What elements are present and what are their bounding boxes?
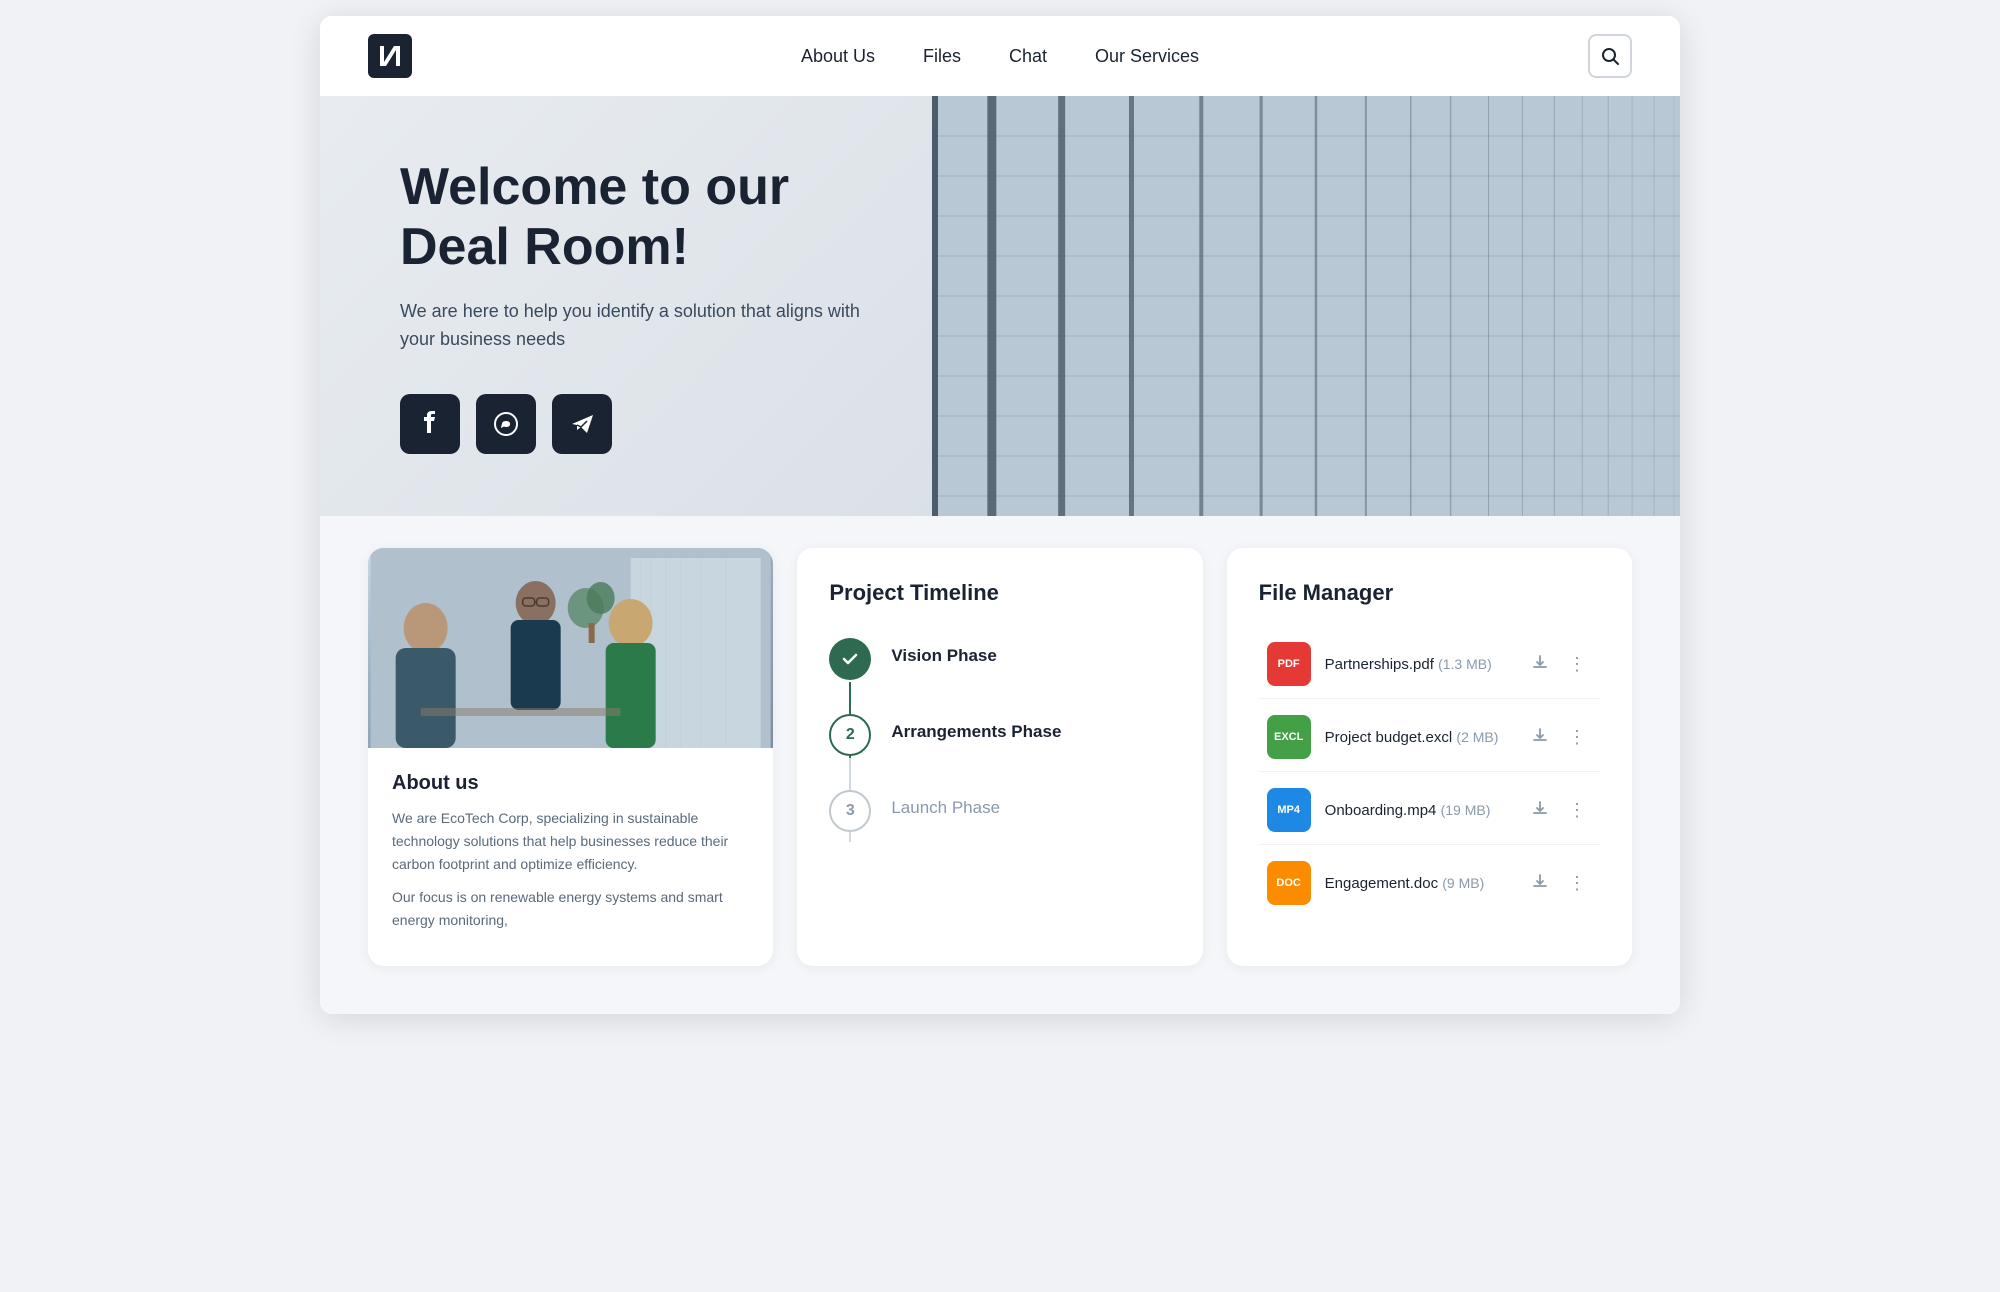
logo-icon (368, 34, 412, 78)
file-menu-3[interactable]: ⋮ (1562, 796, 1592, 825)
timeline-label-3: Launch Phase (891, 798, 1000, 817)
timeline-node-3: 3 (829, 790, 871, 832)
hero-section: Welcome to our Deal Room! We are here to… (320, 96, 1680, 516)
about-image (368, 548, 773, 748)
about-card: About us We are EcoTech Corp, specializi… (368, 548, 773, 966)
file-download-2[interactable] (1526, 723, 1554, 752)
file-menu-4[interactable]: ⋮ (1562, 869, 1592, 898)
telegram-icon (569, 411, 595, 437)
nav-about-us[interactable]: About Us (801, 46, 875, 66)
file-badge-doc: DOC (1267, 861, 1311, 905)
file-badge-excl: EXCL (1267, 715, 1311, 759)
about-card-body: About us We are EcoTech Corp, specializi… (368, 748, 773, 966)
file-size-3: (19 MB) (1441, 802, 1491, 818)
file-left-4: DOC Engagement.doc (9 MB) (1267, 861, 1485, 905)
file-menu-2[interactable]: ⋮ (1562, 723, 1592, 752)
file-manager-card: File Manager PDF Partnerships.pdf (1.3 M… (1227, 548, 1632, 966)
whatsapp-icon (493, 411, 519, 437)
nav-our-services[interactable]: Our Services (1095, 46, 1199, 66)
logo[interactable] (368, 34, 412, 78)
about-card-title: About us (392, 772, 749, 795)
timeline-info-1: Vision Phase (891, 638, 997, 714)
file-item-4: DOC Engagement.doc (9 MB) (1259, 849, 1600, 917)
file-download-4[interactable] (1526, 869, 1554, 898)
page-wrapper: About Us Files Chat Our Services (320, 16, 1680, 1014)
file-menu-1[interactable]: ⋮ (1562, 650, 1592, 679)
nav-links: About Us Files Chat Our Services (801, 46, 1199, 67)
file-size-4: (9 MB) (1442, 875, 1484, 891)
download-icon-2 (1532, 727, 1548, 743)
file-name-1: Partnerships.pdf (1.3 MB) (1325, 656, 1492, 673)
social-icons (400, 394, 860, 454)
file-item-2: EXCL Project budget.excl (2 MB) (1259, 703, 1600, 772)
hero-grid (932, 96, 1680, 516)
whatsapp-button[interactable] (476, 394, 536, 454)
check-icon (841, 650, 859, 668)
facebook-icon (417, 411, 443, 437)
file-item-1: PDF Partnerships.pdf (1.3 MB) (1259, 630, 1600, 699)
search-icon (1600, 46, 1620, 66)
file-badge-pdf: PDF (1267, 642, 1311, 686)
timeline-node-1 (829, 638, 871, 680)
timeline-card: Project Timeline Vision Phase (797, 548, 1202, 966)
hero-title: Welcome to our Deal Room! (400, 158, 860, 278)
nav-chat[interactable]: Chat (1009, 46, 1047, 66)
file-list: PDF Partnerships.pdf (1.3 MB) (1259, 630, 1600, 917)
nav-files[interactable]: Files (923, 46, 961, 66)
timeline-title: Project Timeline (829, 580, 1170, 606)
file-left-2: EXCL Project budget.excl (2 MB) (1267, 715, 1499, 759)
timeline-list: Vision Phase 2 Arrangements Phase 3 Laun… (829, 638, 1170, 832)
timeline-label-2: Arrangements Phase (891, 722, 1061, 741)
facebook-button[interactable] (400, 394, 460, 454)
file-badge-mp4: MP4 (1267, 788, 1311, 832)
main-content: About us We are EcoTech Corp, specializi… (320, 516, 1680, 1014)
download-icon-4 (1532, 873, 1548, 889)
file-name-4: Engagement.doc (9 MB) (1325, 875, 1485, 892)
download-icon-3 (1532, 800, 1548, 816)
file-download-3[interactable] (1526, 796, 1554, 825)
file-size-2: (2 MB) (1456, 729, 1498, 745)
timeline-item-2: 2 Arrangements Phase (829, 714, 1170, 790)
timeline-label-1: Vision Phase (891, 646, 997, 665)
file-actions-4: ⋮ (1526, 869, 1592, 898)
file-size-1: (1.3 MB) (1438, 656, 1492, 672)
file-left-1: PDF Partnerships.pdf (1.3 MB) (1267, 642, 1492, 686)
hero-content: Welcome to our Deal Room! We are here to… (320, 158, 940, 453)
hero-background (932, 96, 1680, 516)
hero-subtitle: We are here to help you identify a solut… (400, 298, 860, 354)
file-download-1[interactable] (1526, 650, 1554, 679)
navbar: About Us Files Chat Our Services (320, 16, 1680, 96)
timeline-item-3: 3 Launch Phase (829, 790, 1170, 832)
file-name-2: Project budget.excl (2 MB) (1325, 729, 1499, 746)
about-card-text-1: We are EcoTech Corp, specializing in sus… (392, 807, 749, 876)
about-card-text-2: Our focus is on renewable energy systems… (392, 886, 749, 932)
timeline-item-1: Vision Phase (829, 638, 1170, 714)
file-name-3: Onboarding.mp4 (19 MB) (1325, 802, 1491, 819)
file-left-3: MP4 Onboarding.mp4 (19 MB) (1267, 788, 1491, 832)
timeline-info-3: Launch Phase (891, 790, 1000, 818)
file-actions-1: ⋮ (1526, 650, 1592, 679)
timeline-info-2: Arrangements Phase (891, 714, 1061, 790)
telegram-button[interactable] (552, 394, 612, 454)
search-button[interactable] (1588, 34, 1632, 78)
about-image-bg (368, 548, 773, 748)
timeline-node-2: 2 (829, 714, 871, 756)
file-actions-3: ⋮ (1526, 796, 1592, 825)
file-actions-2: ⋮ (1526, 723, 1592, 752)
file-item-3: MP4 Onboarding.mp4 (19 MB) (1259, 776, 1600, 845)
download-icon (1532, 654, 1548, 670)
file-manager-title: File Manager (1259, 580, 1600, 606)
